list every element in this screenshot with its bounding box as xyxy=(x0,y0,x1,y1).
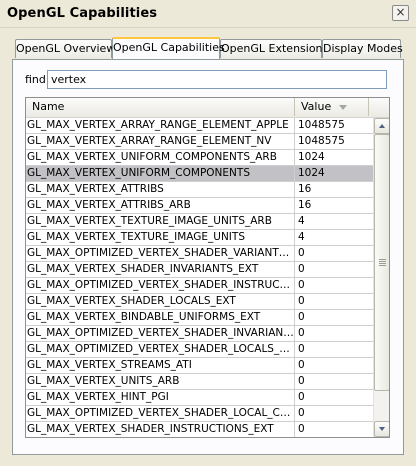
cell-name: GL_MAX_OPTIMIZED_VERTEX_SHADER_VARIANTS_… xyxy=(27,246,295,261)
cell-value: 1024 xyxy=(298,151,325,163)
table-row[interactable]: GL_MAX_VERTEX_HINT_PGI 0 xyxy=(26,390,373,406)
close-icon: × xyxy=(395,5,406,19)
window-title: OpenGL Capabilities xyxy=(7,6,158,21)
cell-name: GL_MAX_VERTEX_UNIFORM_COMPONENTS_ARB xyxy=(26,150,295,165)
cell-value: 0 xyxy=(298,247,305,259)
table-row[interactable]: GL_MAX_VERTEX_UNIFORM_COMPONENTS_ARB 1024 xyxy=(26,150,373,166)
cell-value: 4 xyxy=(298,231,305,243)
cell-name: GL_MAX_VERTEX_ATTRIBS_ARB xyxy=(26,198,295,213)
cell-name: GL_MAX_VERTEX_BINDABLE_UNIFORMS_EXT xyxy=(26,310,295,325)
close-button[interactable]: × xyxy=(392,5,409,21)
cell-value: 0 xyxy=(298,295,305,307)
cell-value: 16 xyxy=(298,183,312,195)
cell-value: 0 xyxy=(298,407,305,419)
grip-icon xyxy=(379,259,386,266)
table-row[interactable]: GL_MAX_OPTIMIZED_VERTEX_SHADER_INSTRUCTI… xyxy=(26,278,373,294)
cell-value: 1048575 xyxy=(298,135,345,147)
table-row[interactable]: GL_MAX_VERTEX_UNIFORM_COMPONENTS 1024 xyxy=(26,166,373,182)
scroll-up-button[interactable] xyxy=(374,118,389,134)
capabilities-table: Name Value GL_MAX_VERTEX_ARRAY_RANGE_ELE… xyxy=(25,97,390,438)
table-body: GL_MAX_VERTEX_ARRAY_RANGE_ELEMENT_APPLE 1… xyxy=(26,118,373,437)
table-row[interactable]: GL_MAX_OPTIMIZED_VERTEX_SHADER_LOCALS_EX… xyxy=(26,342,373,358)
cell-name: GL_MAX_VERTEX_ATTRIBS xyxy=(26,182,295,197)
table-row[interactable]: GL_MAX_OPTIMIZED_VERTEX_SHADER_INVARIANT… xyxy=(26,326,373,342)
cell-value: 1048575 xyxy=(298,119,345,131)
cell-value: 0 xyxy=(298,375,305,387)
cell-name: GL_MAX_OPTIMIZED_VERTEX_SHADER_INSTRUCTI… xyxy=(27,278,295,293)
cell-name: GL_MAX_VERTEX_STREAMS_ATI xyxy=(26,358,295,373)
cell-value: 0 xyxy=(298,311,305,323)
cell-value: 0 xyxy=(298,263,305,275)
table-row[interactable]: GL_MAX_OPTIMIZED_VERTEX_SHADER_LOCAL_CON… xyxy=(26,406,373,422)
cell-name: GL_MAX_OPTIMIZED_VERTEX_SHADER_LOCALS_EX… xyxy=(27,342,295,357)
cell-value: 16 xyxy=(298,199,312,211)
cell-name: GL_MAX_VERTEX_TEXTURE_IMAGE_UNITS_ARB xyxy=(26,214,295,229)
table-row[interactable]: GL_MAX_VERTEX_ATTRIBS 16 xyxy=(26,182,373,198)
tab-opengl-extensions[interactable]: OpenGL Extensions xyxy=(220,39,328,58)
cell-name: GL_MAX_VERTEX_ARRAY_RANGE_ELEMENT_APPLE xyxy=(26,118,295,133)
cell-name: GL_MAX_OPTIMIZED_VERTEX_SHADER_LOCAL_CON… xyxy=(27,406,295,421)
scroll-down-button[interactable] xyxy=(374,421,389,437)
table-row[interactable]: GL_MAX_VERTEX_UNITS_ARB 0 xyxy=(26,374,373,390)
cell-name: GL_MAX_VERTEX_UNIFORM_COMPONENTS xyxy=(26,166,295,181)
column-header-name-label: Name xyxy=(32,100,65,113)
cell-value: 0 xyxy=(298,423,305,435)
find-label: find xyxy=(25,73,46,86)
cell-value: 0 xyxy=(298,391,305,403)
cell-value: 0 xyxy=(298,343,305,355)
tab-display-modes[interactable]: Display Modes xyxy=(322,39,403,58)
table-row[interactable]: GL_MAX_VERTEX_ARRAY_RANGE_ELEMENT_NV 1048… xyxy=(26,134,373,150)
cell-name: GL_MAX_VERTEX_SHADER_LOCALS_EXT xyxy=(26,294,295,309)
cell-value: 4 xyxy=(298,215,305,227)
title-bar[interactable]: OpenGL Capabilities × xyxy=(0,0,416,28)
vertical-scrollbar[interactable] xyxy=(373,118,389,437)
table-row[interactable]: GL_MAX_VERTEX_TEXTURE_IMAGE_UNITS 4 xyxy=(26,230,373,246)
cell-value: 0 xyxy=(298,359,305,371)
column-header-value[interactable]: Value xyxy=(295,98,369,116)
tab-bar: OpenGL Overview OpenGL Capabilities Open… xyxy=(13,37,403,59)
table-row[interactable]: GL_MAX_OPTIMIZED_VERTEX_SHADER_VARIANTS_… xyxy=(26,246,373,262)
table-row[interactable]: GL_MAX_VERTEX_SHADER_INSTRUCTIONS_EXT 0 xyxy=(26,422,373,437)
cell-value: 0 xyxy=(298,327,305,339)
table-row[interactable]: GL_MAX_VERTEX_ARRAY_RANGE_ELEMENT_APPLE 1… xyxy=(26,118,373,134)
cell-name: GL_MAX_VERTEX_SHADER_INSTRUCTIONS_EXT xyxy=(26,422,295,437)
table-row[interactable]: GL_MAX_VERTEX_ATTRIBS_ARB 16 xyxy=(26,198,373,214)
cell-value: 1024 xyxy=(298,167,325,179)
cell-name: GL_MAX_VERTEX_TEXTURE_IMAGE_UNITS xyxy=(26,230,295,245)
cell-name: GL_MAX_VERTEX_ARRAY_RANGE_ELEMENT_NV xyxy=(26,134,295,149)
column-header-value-label: Value xyxy=(301,100,332,113)
tab-opengl-capabilities[interactable]: OpenGL Capabilities xyxy=(112,37,225,59)
table-row[interactable]: GL_MAX_VERTEX_TEXTURE_IMAGE_UNITS_ARB 4 xyxy=(26,214,373,230)
table-row[interactable]: GL_MAX_VERTEX_STREAMS_ATI 0 xyxy=(26,358,373,374)
cell-name: GL_MAX_VERTEX_SHADER_INVARIANTS_EXT xyxy=(26,262,295,277)
tab-opengl-overview[interactable]: OpenGL Overview xyxy=(15,39,115,58)
cell-name: GL_MAX_VERTEX_HINT_PGI xyxy=(26,390,295,405)
sort-descending-icon xyxy=(339,105,347,110)
scroll-thumb[interactable] xyxy=(374,134,389,391)
cell-value: 0 xyxy=(298,279,305,291)
find-input[interactable] xyxy=(47,70,387,89)
cell-name: GL_MAX_VERTEX_UNITS_ARB xyxy=(26,374,295,389)
column-header-name[interactable]: Name xyxy=(26,98,295,116)
table-row[interactable]: GL_MAX_VERTEX_BINDABLE_UNIFORMS_EXT 0 xyxy=(26,310,373,326)
table-row[interactable]: GL_MAX_VERTEX_SHADER_LOCALS_EXT 0 xyxy=(26,294,373,310)
cell-name: GL_MAX_OPTIMIZED_VERTEX_SHADER_INVARIANT… xyxy=(27,326,295,341)
table-row[interactable]: GL_MAX_VERTEX_SHADER_INVARIANTS_EXT 0 xyxy=(26,262,373,278)
table-header: Name Value xyxy=(26,98,389,118)
